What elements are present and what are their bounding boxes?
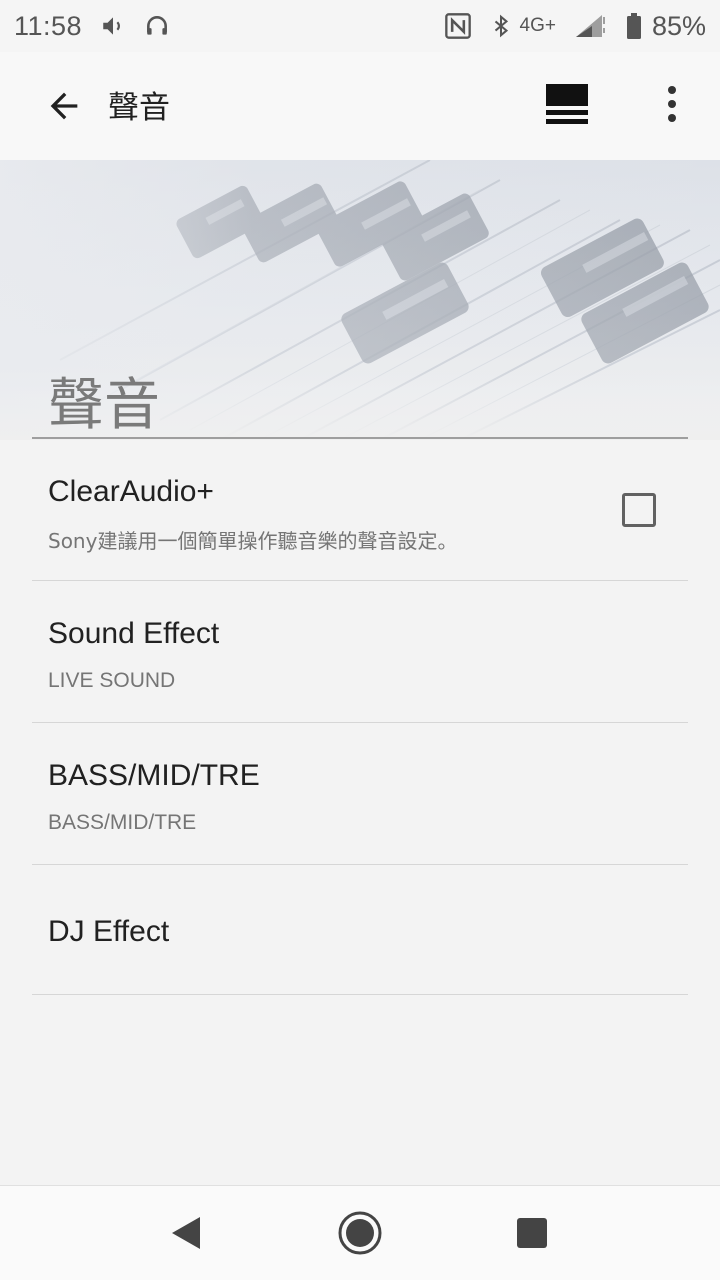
nfc-icon <box>444 12 472 40</box>
nav-back-button[interactable] <box>170 1215 202 1255</box>
network-type: 4G+ <box>519 15 556 36</box>
nav-recents-button[interactable] <box>516 1217 548 1253</box>
menu-button[interactable] <box>546 82 590 126</box>
more-options-button[interactable] <box>656 82 688 126</box>
pref-bass-mid-tre[interactable]: BASS/MID/TRE BASS/MID/TRE <box>32 723 688 865</box>
pref-title: BASS/MID/TRE <box>48 759 260 792</box>
clearaudio-checkbox[interactable] <box>622 493 656 527</box>
header-banner: 聲音 <box>0 160 720 440</box>
nav-recents-icon <box>517 1218 547 1248</box>
app-bar-title: 聲音 <box>108 90 170 126</box>
nav-home-button[interactable] <box>336 1209 384 1261</box>
nav-home-icon <box>338 1211 382 1255</box>
banner-title: 聲音 <box>48 373 160 438</box>
pref-title: DJ Effect <box>48 915 170 948</box>
pref-summary: Sony建議用一個簡單操作聽音樂的聲音設定。 <box>48 529 458 553</box>
signal-icon <box>574 13 608 39</box>
nav-back-icon <box>172 1217 200 1249</box>
bluetooth-icon <box>490 12 512 40</box>
menu-bars-icon <box>546 84 588 124</box>
battery-percent: 85% <box>651 10 706 41</box>
more-vert-icon <box>668 86 676 122</box>
headphones-icon <box>144 13 170 39</box>
status-bar: 11:58 4G+ 85% <box>0 0 720 52</box>
app-bar: 聲音 <box>0 52 720 160</box>
pref-clearaudio[interactable]: ClearAudio+ Sony建議用一個簡單操作聽音樂的聲音設定。 <box>32 439 688 581</box>
back-arrow-icon <box>50 92 78 120</box>
back-button[interactable] <box>44 86 84 126</box>
preference-list: ClearAudio+ Sony建議用一個簡單操作聽音樂的聲音設定。 Sound… <box>0 439 720 995</box>
status-time: 11:58 <box>14 10 83 41</box>
pref-sound-effect[interactable]: Sound Effect LIVE SOUND <box>32 581 688 723</box>
navigation-bar <box>0 1185 720 1280</box>
pref-title: Sound Effect <box>48 617 220 650</box>
battery-icon <box>626 12 642 40</box>
volume-icon <box>100 13 126 39</box>
pref-title: ClearAudio+ <box>48 475 214 508</box>
pref-summary: LIVE SOUND <box>48 669 176 692</box>
pref-summary: BASS/MID/TRE <box>48 811 197 834</box>
pref-dj-effect[interactable]: DJ Effect <box>32 865 688 995</box>
